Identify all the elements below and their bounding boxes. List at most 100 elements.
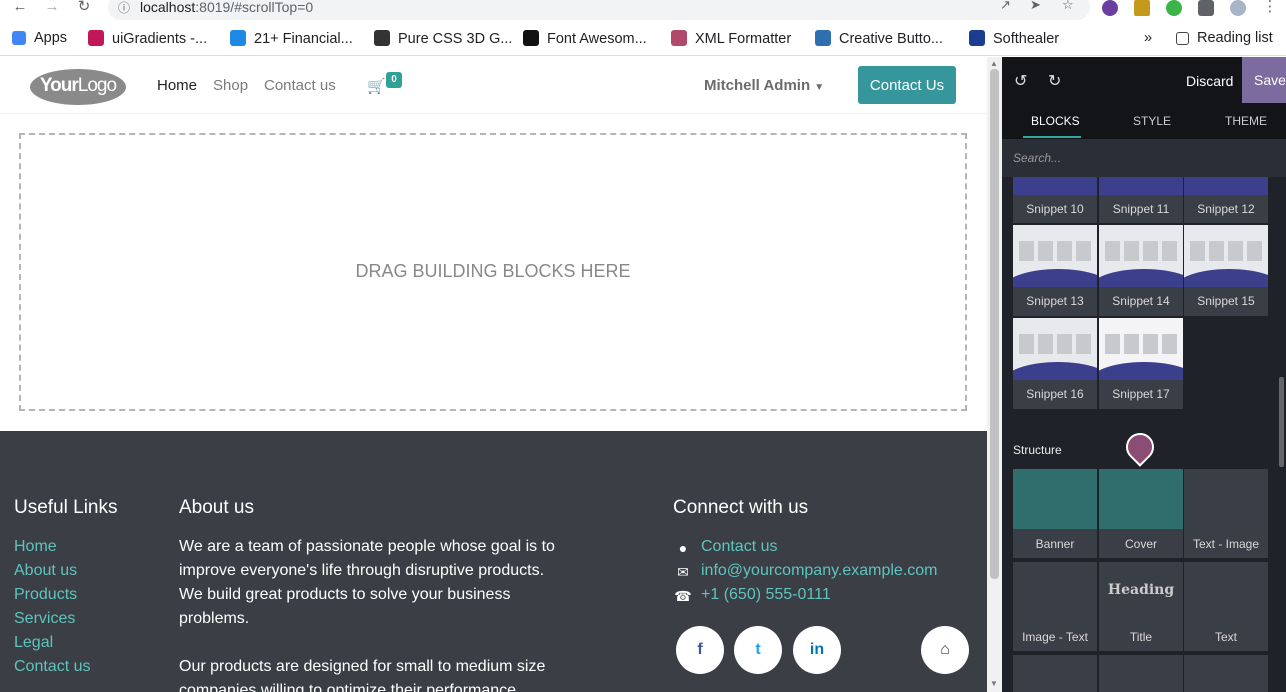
extension-icon[interactable] — [1166, 0, 1182, 16]
user-name: Mitchell Admin — [704, 77, 811, 94]
footer-phone-link[interactable]: +1 (650) 555-0111 — [701, 586, 831, 604]
browser-menu-icon[interactable]: ⋮ — [1260, 0, 1280, 16]
scroll-down-arrow-icon[interactable]: ▼ — [990, 679, 998, 688]
caret-down-icon: ▼ — [814, 82, 825, 93]
bookmark-financial[interactable]: 21+ Financial... — [230, 30, 353, 47]
block-picture[interactable] — [1099, 655, 1183, 692]
footer-link-legal[interactable]: Legal — [14, 634, 53, 652]
bookmark-softhealer[interactable]: Softhealer — [969, 30, 1059, 47]
uigradients-icon — [88, 30, 104, 46]
cart-count-badge: 0 — [386, 72, 402, 88]
menu-shop[interactable]: Shop — [213, 77, 248, 94]
url-text: localhost:8019/#scrollTop=0 — [140, 0, 313, 15]
cart-icon[interactable]: 🛒 — [367, 77, 386, 95]
redo-icon[interactable]: ↻ — [1048, 71, 1061, 91]
site-header: YourLogo Home Shop Contact us 🛒 0 Mitche… — [0, 57, 987, 114]
search-input[interactable]: Search... — [1013, 151, 1061, 165]
scroll-up-arrow-icon[interactable]: ▲ — [990, 59, 998, 68]
reload-icon[interactable]: ↻ — [74, 0, 94, 16]
bookmark-apps[interactable]: Apps — [12, 30, 67, 46]
drop-zone[interactable]: DRAG BUILDING BLOCKS HERE — [19, 133, 967, 411]
editor-panel: ↺ ↻ Discard Save BLOCKS STYLE THEME Sear… — [1002, 57, 1286, 692]
snippet-thumbnail — [1184, 225, 1268, 287]
block-title[interactable]: Heading Title — [1099, 562, 1183, 651]
scrollbar-thumb[interactable] — [990, 69, 999, 579]
text-thumbnail — [1184, 562, 1268, 622]
extension-icon[interactable] — [1134, 0, 1150, 16]
footer-link-products[interactable]: Products — [14, 586, 77, 604]
snippet-12[interactable]: Snippet 12 — [1184, 177, 1268, 223]
block-text-image[interactable]: Text - Image — [1184, 469, 1268, 558]
forward-icon[interactable]: → — [42, 0, 62, 16]
panel-scrollbar-thumb[interactable] — [1279, 377, 1284, 467]
facebook-icon[interactable]: f — [676, 626, 724, 674]
bookmark-creativebuttons[interactable]: Creative Butto... — [815, 30, 943, 47]
extensions-puzzle-icon[interactable] — [1198, 0, 1214, 16]
financial-icon — [230, 30, 246, 46]
footer-link-about[interactable]: About us — [14, 562, 77, 580]
undo-icon[interactable]: ↺ — [1014, 71, 1027, 91]
snippet-label: Snippet 10 — [1026, 202, 1084, 216]
back-icon[interactable]: ← — [10, 0, 30, 16]
profile-avatar-icon[interactable] — [1230, 0, 1246, 16]
linkedin-icon[interactable]: in — [793, 626, 841, 674]
snippet-15[interactable]: Snippet 15 — [1184, 225, 1268, 316]
block-features[interactable] — [1184, 655, 1268, 692]
menu-home[interactable]: Home — [157, 77, 197, 94]
open-external-icon[interactable]: ↗ — [1000, 0, 1011, 13]
snippet-16[interactable]: Snippet 16 — [1013, 318, 1097, 409]
more-bookmarks-button[interactable]: » — [1144, 30, 1152, 46]
bookmark-label: Font Awesom... — [547, 31, 647, 47]
snippet-13[interactable]: Snippet 13 — [1013, 225, 1097, 316]
snippet-11[interactable]: Snippet 11 — [1099, 177, 1183, 223]
extension-icon[interactable] — [1102, 0, 1118, 16]
snippet-label: Snippet 16 — [1026, 387, 1084, 401]
about-us-title: About us — [179, 497, 254, 518]
contact-us-button[interactable]: Contact Us — [858, 66, 956, 104]
blocks-search[interactable]: Search... — [1002, 139, 1286, 177]
phone-icon: ☎ — [674, 588, 692, 604]
title-thumbnail: Heading — [1099, 562, 1183, 622]
discard-button[interactable]: Discard — [1186, 73, 1233, 89]
block-cover[interactable]: Cover — [1099, 469, 1183, 558]
snippet-14[interactable]: Snippet 14 — [1099, 225, 1183, 316]
send-icon[interactable]: ➤ — [1030, 0, 1041, 13]
footer-link-contact[interactable]: Contact us — [14, 658, 90, 676]
address-bar[interactable]: ⓘ localhost:8019/#scrollTop=0 ↗ ➤ ☆ — [108, 0, 1090, 20]
banner-thumbnail — [1013, 469, 1097, 529]
site-logo[interactable]: YourLogo — [30, 69, 126, 105]
bookmark-fontawesome[interactable]: Font Awesom... — [523, 30, 647, 47]
block-banner[interactable]: Banner — [1013, 469, 1097, 558]
bookmark-star-icon[interactable]: ☆ — [1062, 0, 1074, 13]
footer-link-home[interactable]: Home — [14, 538, 57, 556]
snippet-17[interactable]: Snippet 17 — [1099, 318, 1183, 409]
home-icon[interactable]: ⌂ — [921, 626, 969, 674]
block-numbers[interactable] — [1013, 655, 1097, 692]
footer-contact-link[interactable]: Contact us — [701, 538, 777, 556]
block-text[interactable]: Text — [1184, 562, 1268, 651]
menu-contact-us[interactable]: Contact us — [264, 77, 336, 94]
block-image-text[interactable]: Image - Text — [1013, 562, 1097, 651]
tab-blocks[interactable]: BLOCKS — [1031, 114, 1080, 128]
map-pin-icon — [1120, 427, 1160, 467]
bookmark-css3d[interactable]: Pure CSS 3D G... — [374, 30, 512, 47]
site-info-icon[interactable]: ⓘ — [118, 0, 130, 16]
logo-text-bold: Your — [39, 75, 79, 96]
twitter-icon[interactable]: t — [734, 626, 782, 674]
bookmarks-bar: Apps uiGradients -... 21+ Financial... P… — [0, 26, 1286, 52]
tab-theme[interactable]: THEME — [1225, 114, 1267, 128]
snippet-10[interactable]: Snippet 10 — [1013, 177, 1097, 223]
footer-email-link[interactable]: info@yourcompany.example.com — [701, 562, 938, 580]
footer-link-services[interactable]: Services — [14, 610, 75, 628]
connect-title: Connect with us — [673, 497, 809, 518]
tab-style[interactable]: STYLE — [1133, 114, 1171, 128]
browser-toolbar: ← → ↻ ⓘ localhost:8019/#scrollTop=0 ↗ ➤ … — [0, 0, 1286, 56]
envelope-icon: ✉ — [677, 564, 689, 580]
user-menu[interactable]: Mitchell Admin ▼ — [704, 77, 824, 94]
bookmark-xmlformatter[interactable]: XML Formatter — [671, 30, 791, 47]
snippet-thumbnail — [1013, 177, 1097, 195]
bookmark-uigradients[interactable]: uiGradients -... — [88, 30, 207, 47]
reading-list-button[interactable]: Reading list — [1176, 30, 1273, 46]
page-scrollbar[interactable]: ▲ ▼ — [987, 57, 1002, 692]
save-button[interactable]: Save — [1242, 57, 1286, 103]
